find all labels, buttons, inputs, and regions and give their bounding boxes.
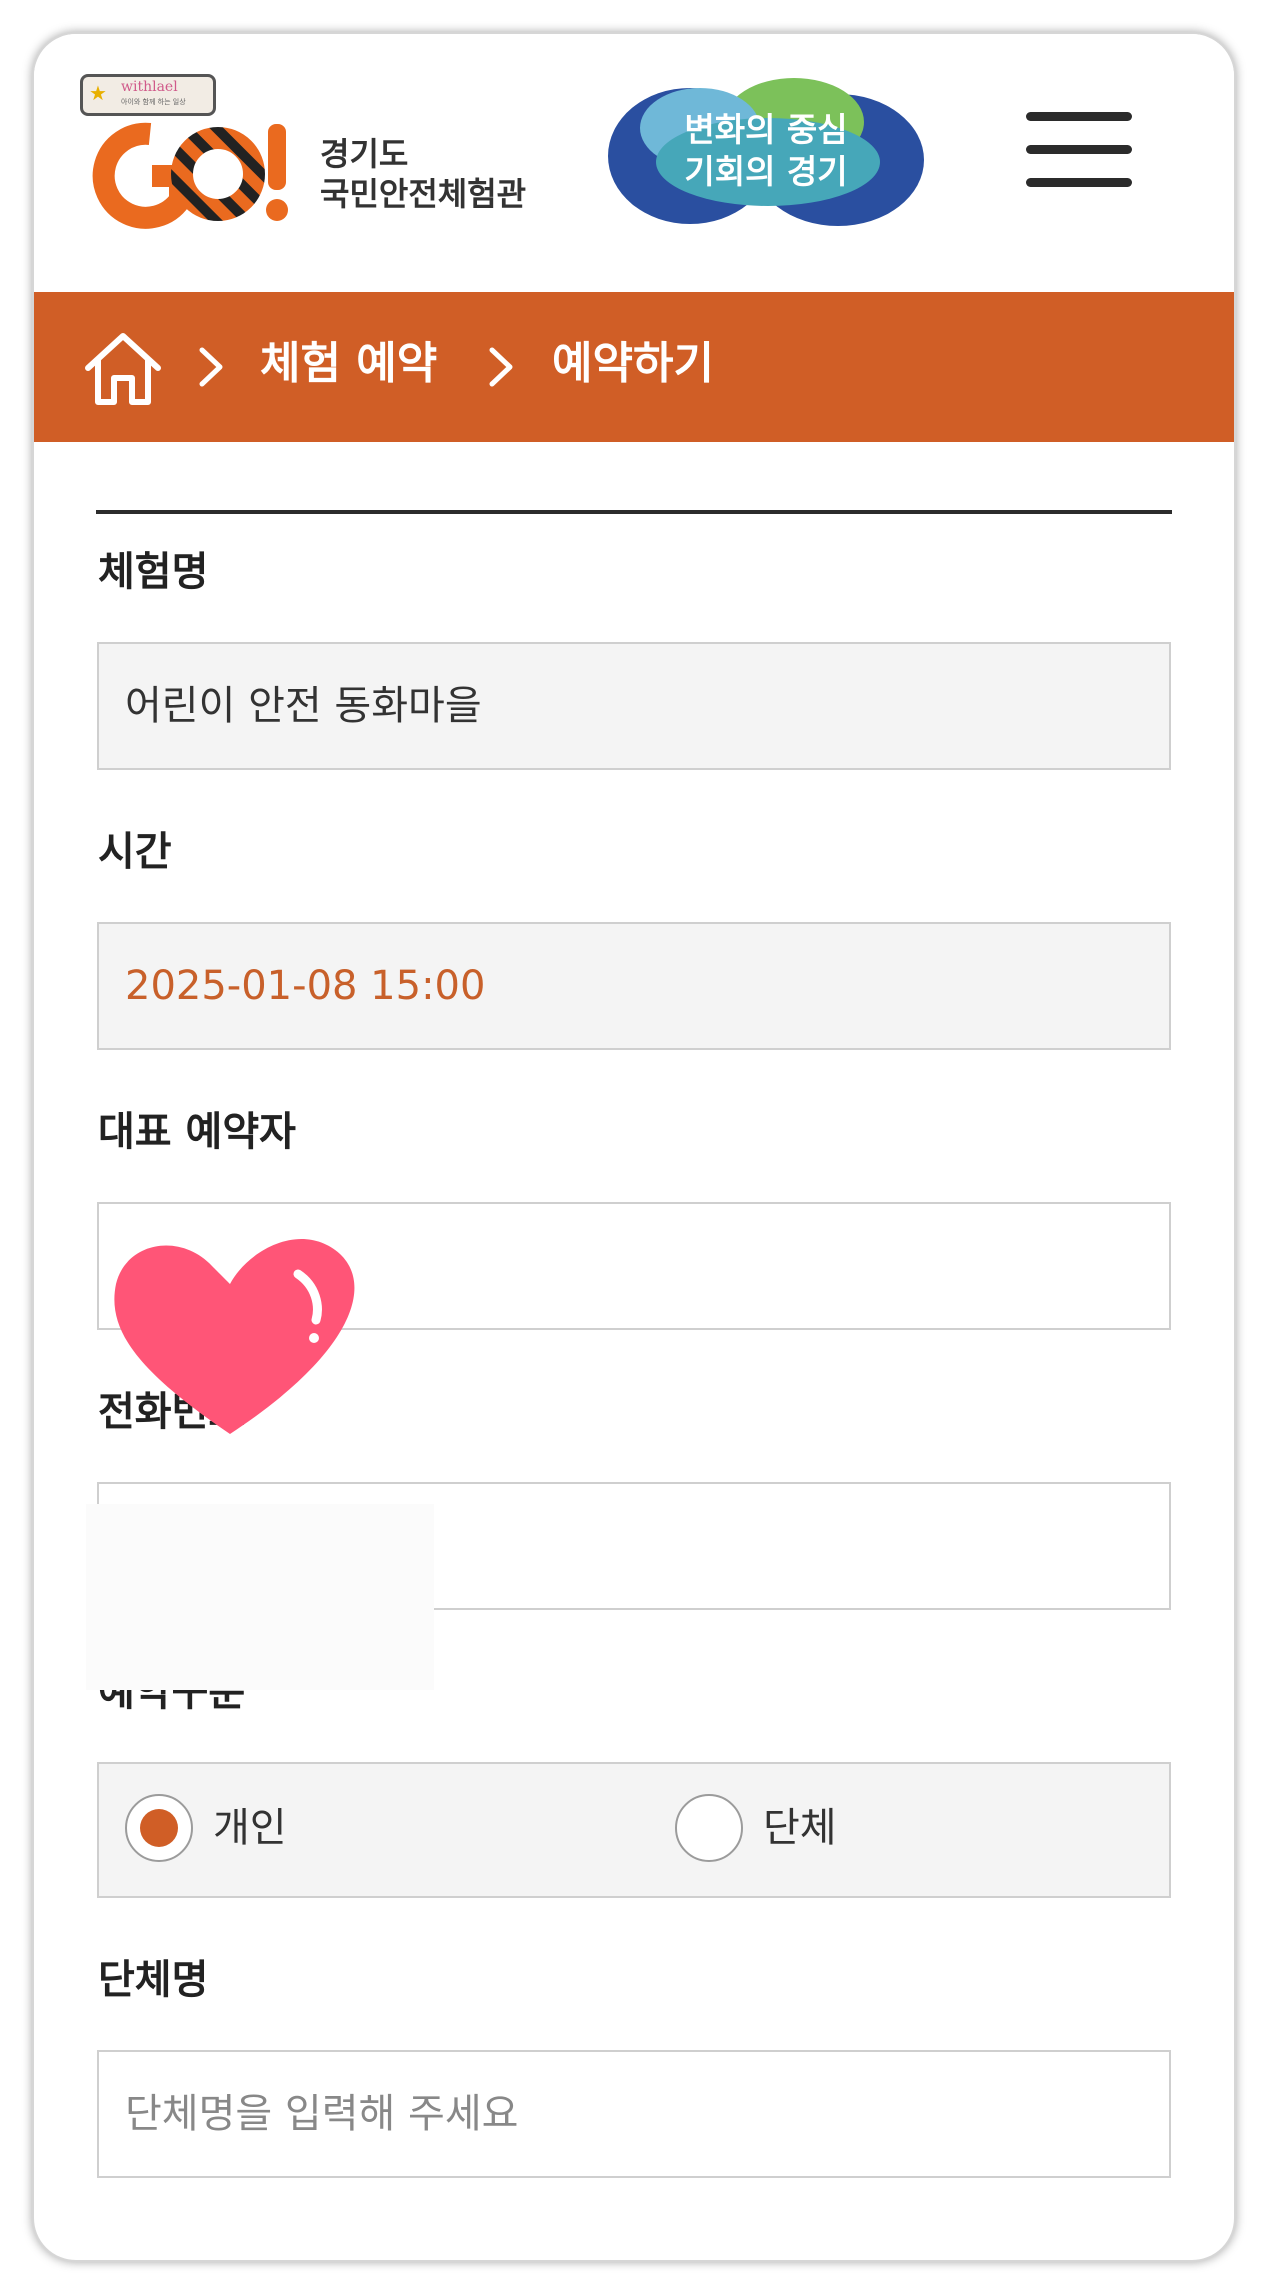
privacy-cover xyxy=(86,1504,434,1690)
menu-bar-middle xyxy=(1026,145,1132,154)
slogan-badge[interactable]: 변화의 중심 기회의 경기 xyxy=(608,76,924,226)
breadcrumb-item-reservation[interactable]: 체험 예약 xyxy=(260,334,437,394)
chevron-right-icon xyxy=(489,347,513,387)
time-label: 시간 xyxy=(98,829,172,875)
watermark-sub: 아이와 함께 하는 일상 xyxy=(121,98,186,106)
reservation-type-group: 개인 단체 xyxy=(97,1762,1171,1898)
program-value: 어린이 안전 동화마을 xyxy=(125,683,482,729)
site-header: 경기도 국민안전체험관 ★ withlael 아이와 함께 하는 일상 변화의 … xyxy=(34,34,1234,292)
heart-sticker xyxy=(114,1239,355,1434)
slogan-line1: 변화의 중심 xyxy=(684,110,848,149)
program-field: 어린이 안전 동화마을 xyxy=(97,642,1171,770)
slogan-line2: 기회의 경기 xyxy=(684,152,848,191)
time-field: 2025-01-08 15:00 xyxy=(97,922,1171,1050)
logo-line2: 국민안전체험관 xyxy=(320,175,527,213)
radio-individual-label[interactable]: 개인 xyxy=(213,1794,287,1862)
radio-dot xyxy=(140,1809,178,1847)
phone-frame: 경기도 국민안전체험관 ★ withlael 아이와 함께 하는 일상 변화의 … xyxy=(32,32,1236,2262)
divider xyxy=(96,510,1172,514)
site-logo[interactable]: 경기도 국민안전체험관 xyxy=(92,104,552,244)
breadcrumb: 체험 예약 예약하기 xyxy=(34,292,1234,442)
group-name-input[interactable] xyxy=(99,2052,1169,2176)
star-icon: ★ xyxy=(89,81,107,105)
time-value: 2025-01-08 15:00 xyxy=(125,963,486,1009)
radio-circle-selected[interactable] xyxy=(125,1794,193,1862)
menu-bar-bottom xyxy=(1026,178,1132,187)
logo-text: 경기도 국민안전체험관 xyxy=(320,134,526,214)
radio-group-label[interactable]: 단체 xyxy=(763,1794,837,1862)
go-logo-mark xyxy=(92,122,288,229)
menu-bar-top xyxy=(1026,112,1132,121)
logo-line1: 경기도 xyxy=(320,135,409,173)
program-label: 체험명 xyxy=(98,549,209,595)
slogan-text: 변화의 중심 기회의 경기 xyxy=(608,76,924,226)
group-name-label: 단체명 xyxy=(98,1957,209,2003)
home-icon[interactable] xyxy=(82,328,164,408)
watermark-name: withlael xyxy=(121,79,178,95)
hamburger-icon[interactable] xyxy=(1026,112,1136,192)
chevron-right-icon xyxy=(199,347,223,387)
radio-circle[interactable] xyxy=(675,1794,743,1862)
breadcrumb-item-book[interactable]: 예약하기 xyxy=(552,334,714,394)
group-name-field[interactable] xyxy=(97,2050,1171,2178)
representative-label: 대표 예약자 xyxy=(98,1109,296,1155)
watermark-stamp: ★ withlael 아이와 함께 하는 일상 xyxy=(80,74,216,116)
